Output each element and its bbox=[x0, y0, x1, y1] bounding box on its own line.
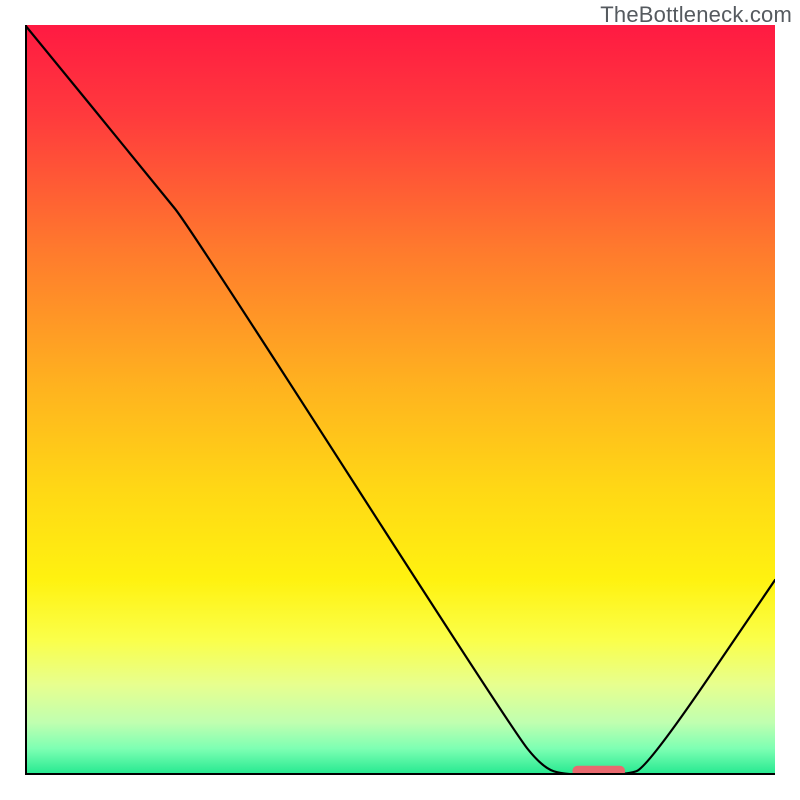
gradient-background bbox=[25, 25, 775, 775]
plot-area bbox=[25, 25, 775, 775]
chart-svg bbox=[25, 25, 775, 775]
chart-container: TheBottleneck.com bbox=[0, 0, 800, 800]
